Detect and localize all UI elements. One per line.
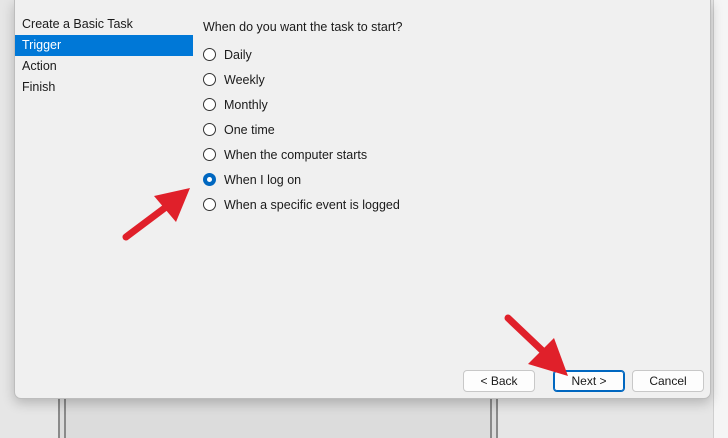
cancel-button[interactable]: Cancel [632, 370, 704, 392]
step-finish[interactable]: Finish [15, 77, 193, 98]
background-divider [496, 398, 498, 438]
arrow-shaft [122, 200, 174, 241]
background-divider [64, 398, 66, 438]
option-label: Daily [224, 47, 252, 62]
background-window-edge [713, 0, 728, 438]
step-action[interactable]: Action [15, 56, 193, 77]
option-label: Monthly [224, 97, 268, 112]
radio-button[interactable] [203, 73, 216, 86]
radio-button[interactable] [203, 98, 216, 111]
wizard-steps-sidebar: Create a Basic Task Trigger Action Finis… [15, 14, 193, 98]
option-computer-starts[interactable]: When the computer starts [203, 142, 402, 167]
option-label: Weekly [224, 72, 265, 87]
option-weekly[interactable]: Weekly [203, 67, 402, 92]
option-label: When the computer starts [224, 147, 368, 162]
option-monthly[interactable]: Monthly [203, 92, 402, 117]
option-label: One time [224, 122, 275, 137]
background-divider [490, 398, 492, 438]
option-log-on[interactable]: When I log on [203, 167, 402, 192]
step-create-basic-task[interactable]: Create a Basic Task [15, 14, 193, 35]
option-label: When a specific event is logged [224, 197, 400, 212]
arrow-head [154, 188, 190, 222]
option-one-time[interactable]: One time [203, 117, 402, 142]
option-label: When I log on [224, 172, 302, 187]
option-daily[interactable]: Daily [203, 42, 402, 67]
radio-button[interactable] [203, 48, 216, 61]
background-window [60, 398, 496, 438]
radio-button[interactable] [203, 148, 216, 161]
trigger-question: When do you want the task to start? [203, 20, 403, 34]
background-divider [58, 398, 60, 438]
radio-button[interactable] [203, 173, 216, 186]
option-event-logged[interactable]: When a specific event is logged [203, 192, 402, 217]
trigger-panel: When do you want the task to start? Dail… [203, 20, 402, 217]
radio-selected-dot [207, 177, 212, 182]
radio-button[interactable] [203, 123, 216, 136]
annotation-arrow-icon [504, 314, 568, 376]
step-trigger[interactable]: Trigger [15, 35, 193, 56]
annotation-arrow-icon [122, 188, 190, 241]
radio-button[interactable] [203, 198, 216, 211]
trigger-options: Daily Weekly Monthly One time When the c… [203, 42, 402, 217]
